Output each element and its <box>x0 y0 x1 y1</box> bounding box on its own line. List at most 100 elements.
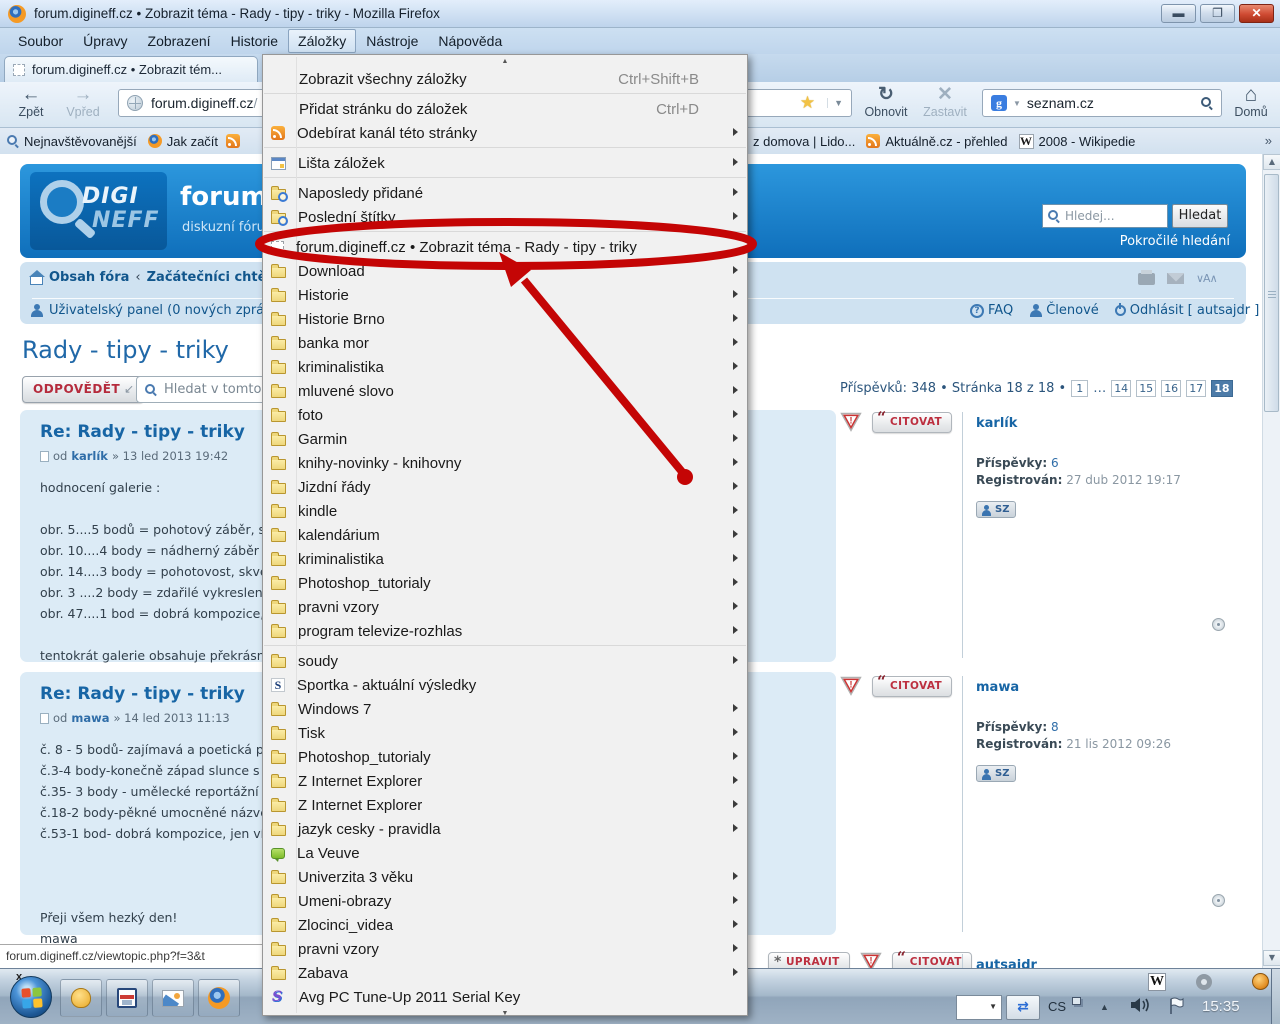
bookmarks-menu-item[interactable]: Z Internet Explorer <box>263 793 747 817</box>
quote-button[interactable]: CITOVAT <box>892 952 972 968</box>
taskbar-app-save[interactable] <box>106 979 148 1017</box>
menu-historie[interactable]: Historie <box>221 29 288 53</box>
bookmarks-menu-item[interactable]: knihy-novinky - knihovny <box>263 451 747 475</box>
post-icon[interactable] <box>40 451 49 462</box>
bookmarks-menu-item[interactable]: Download <box>263 259 747 283</box>
header-search-input[interactable]: Hledej... <box>1042 204 1168 228</box>
taskbar-app-photos[interactable] <box>152 979 194 1017</box>
profile-username[interactable]: mawa <box>976 680 1236 695</box>
bookmarks-menu-item[interactable]: soudy <box>263 649 747 673</box>
active-tab[interactable]: forum.digineff.cz • Zobrazit tém... <box>4 56 258 82</box>
menu-scroll-down-icon[interactable]: ▼ <box>263 1009 747 1019</box>
restore-button[interactable]: ❐ <box>1200 4 1235 23</box>
report-icon[interactable]: ! <box>860 952 882 968</box>
menu-napoveda[interactable]: Nápověda <box>428 29 512 53</box>
menu-scroll-up-icon[interactable]: ▲ <box>263 57 747 67</box>
bookmarks-menu-item[interactable]: Přidat stránku do záložekCtrl+D <box>263 97 747 121</box>
bookmark-star-icon[interactable]: ★ <box>800 93 815 113</box>
bookmarks-menu-item[interactable]: Historie Brno <box>263 307 747 331</box>
page-17[interactable]: 17 <box>1186 380 1206 397</box>
breadcrumb-root[interactable]: Obsah fóra <box>49 270 129 285</box>
email-icon[interactable] <box>1167 273 1184 284</box>
bookmark-item[interactable]: Nejnavštěvovanější <box>4 132 140 151</box>
advanced-search-link[interactable]: Pokročilé hledání <box>1070 234 1230 249</box>
forum-logo[interactable]: DIGI NEFF <box>30 172 167 250</box>
bookmarks-menu-item[interactable]: jazyk cesky - pravidla <box>263 817 747 841</box>
bookmarks-menu-item[interactable]: banka mor <box>263 331 747 355</box>
bookmarks-menu-item[interactable]: program televize-rozhlas <box>263 619 747 643</box>
bookmarks-menu-item[interactable]: pravni vzory <box>263 595 747 619</box>
profile-username[interactable]: karlík <box>976 416 1236 431</box>
bookmarks-menu-item[interactable]: Zlocinci_videa <box>263 913 747 937</box>
scrollbar-thumb[interactable] <box>1264 174 1279 412</box>
bookmarks-menu-item[interactable]: Odebírat kanál této stránky <box>263 121 747 145</box>
faq-link[interactable]: ? FAQ <box>970 303 1013 318</box>
profile-username[interactable]: autsajdr <box>976 958 1236 968</box>
search-go-icon[interactable] <box>1201 97 1213 109</box>
scrollbar[interactable]: ▲ ▼ <box>1262 154 1280 968</box>
close-button[interactable]: ✕ <box>1239 4 1274 23</box>
scroll-down-icon[interactable]: ▼ <box>1263 950 1280 966</box>
flag-icon[interactable] <box>1168 997 1184 1015</box>
bookmarks-menu-item[interactable]: Photoshop_tutorialy <box>263 571 747 595</box>
taskbar-app-firefox[interactable] <box>198 979 240 1017</box>
bookmarks-menu-item[interactable]: Poslední štítky <box>263 205 747 229</box>
show-desktop-button[interactable] <box>1271 969 1280 1024</box>
page-1[interactable]: 1 <box>1071 380 1088 397</box>
menu-zalozky[interactable]: Záložky <box>288 29 356 53</box>
bookmarks-menu-item[interactable]: Z Internet Explorer <box>263 769 747 793</box>
page-14[interactable]: 14 <box>1111 380 1131 397</box>
tray-expand-icon[interactable]: ▲ <box>1100 1002 1109 1012</box>
menu-zobrazeni[interactable]: Zobrazení <box>138 29 221 53</box>
bookmark-item[interactable]: Aktuálně.cz - přehled <box>863 132 1010 151</box>
report-icon[interactable]: ! <box>840 676 862 696</box>
author-link[interactable]: karlík <box>71 449 108 463</box>
search-engine-dropdown-icon[interactable]: ▼ <box>1013 99 1021 108</box>
private-message-button[interactable]: SZ <box>976 765 1016 782</box>
bookmarks-menu-item[interactable]: Univerzita 3 věku <box>263 865 747 889</box>
clock[interactable]: 15:35 <box>1202 998 1240 1015</box>
bookmarks-menu-item[interactable]: pravni vzory <box>263 937 747 961</box>
bookmark-item[interactable]: Jak začít <box>145 132 221 151</box>
posts-count[interactable]: 8 <box>1051 720 1059 734</box>
page-16[interactable]: 16 <box>1161 380 1181 397</box>
url-dropdown-icon[interactable]: ▼ <box>827 98 843 108</box>
logout-link[interactable]: Odhlásit [ autsajdr ] <box>1115 303 1260 318</box>
quote-button[interactable]: CITOVAT <box>872 676 952 697</box>
language-bar-icon[interactable] <box>1072 997 1081 1005</box>
bookmarks-menu-item[interactable]: foto <box>263 403 747 427</box>
bookmarks-menu-item[interactable]: Avg PC Tune-Up 2011 Serial Key <box>263 985 747 1009</box>
font-size-icon[interactable]: ∨A∧ <box>1196 272 1217 285</box>
post-options-icon[interactable] <box>1212 618 1225 631</box>
bookmarks-menu-item[interactable]: forum.digineff.cz • Zobrazit téma - Rady… <box>263 235 747 259</box>
bookmarks-menu-item[interactable]: Historie <box>263 283 747 307</box>
user-panel-link[interactable]: Uživatelský panel (0 nových zpráv <box>30 303 272 318</box>
wikipedia-tray-icon[interactable]: W <box>1148 973 1166 991</box>
bookmarks-menu-item[interactable]: Zabava <box>263 961 747 985</box>
bookmarks-menu-item[interactable]: Lišta záložek <box>263 151 747 175</box>
bookmarks-menu-item[interactable]: Garmin <box>263 427 747 451</box>
rss-icon[interactable] <box>226 134 240 148</box>
speaker-icon[interactable] <box>1130 997 1152 1013</box>
bookmarks-menu-item[interactable]: kalendárium <box>263 523 747 547</box>
page-15[interactable]: 15 <box>1136 380 1156 397</box>
scroll-up-icon[interactable]: ▲ <box>1263 154 1280 170</box>
language-indicator[interactable]: CS <box>1048 999 1066 1014</box>
print-icon[interactable] <box>1138 273 1155 285</box>
forward-button[interactable]: → Vpřed <box>58 85 108 119</box>
bookmarks-menu-item[interactable]: kriminalistika <box>263 355 747 379</box>
bookmarks-menu-item[interactable]: kindle <box>263 499 747 523</box>
menu-soubor[interactable]: Soubor <box>8 29 73 53</box>
bookmarks-menu-item[interactable]: Windows 7 <box>263 697 747 721</box>
posts-count[interactable]: 6 <box>1051 456 1059 470</box>
bookmarks-menu-item[interactable]: Zobrazit všechny záložkyCtrl+Shift+B <box>263 67 747 91</box>
bookmark-item[interactable]: z domova | Lido... <box>750 132 858 151</box>
bookmarks-menu-item[interactable]: Photoshop_tutorialy <box>263 745 747 769</box>
home-button[interactable]: ⌂ Domů <box>1226 85 1276 119</box>
taskbar-app-1[interactable] <box>60 979 102 1017</box>
bookmarks-menu-item[interactable]: mluvené slovo <box>263 379 747 403</box>
quote-button[interactable]: CITOVAT <box>872 412 952 433</box>
bookmarks-menu-item[interactable]: La Veuve <box>263 841 747 865</box>
bookmarks-menu-item[interactable]: Jizdní řády <box>263 475 747 499</box>
tray-icon[interactable] <box>1252 973 1269 990</box>
